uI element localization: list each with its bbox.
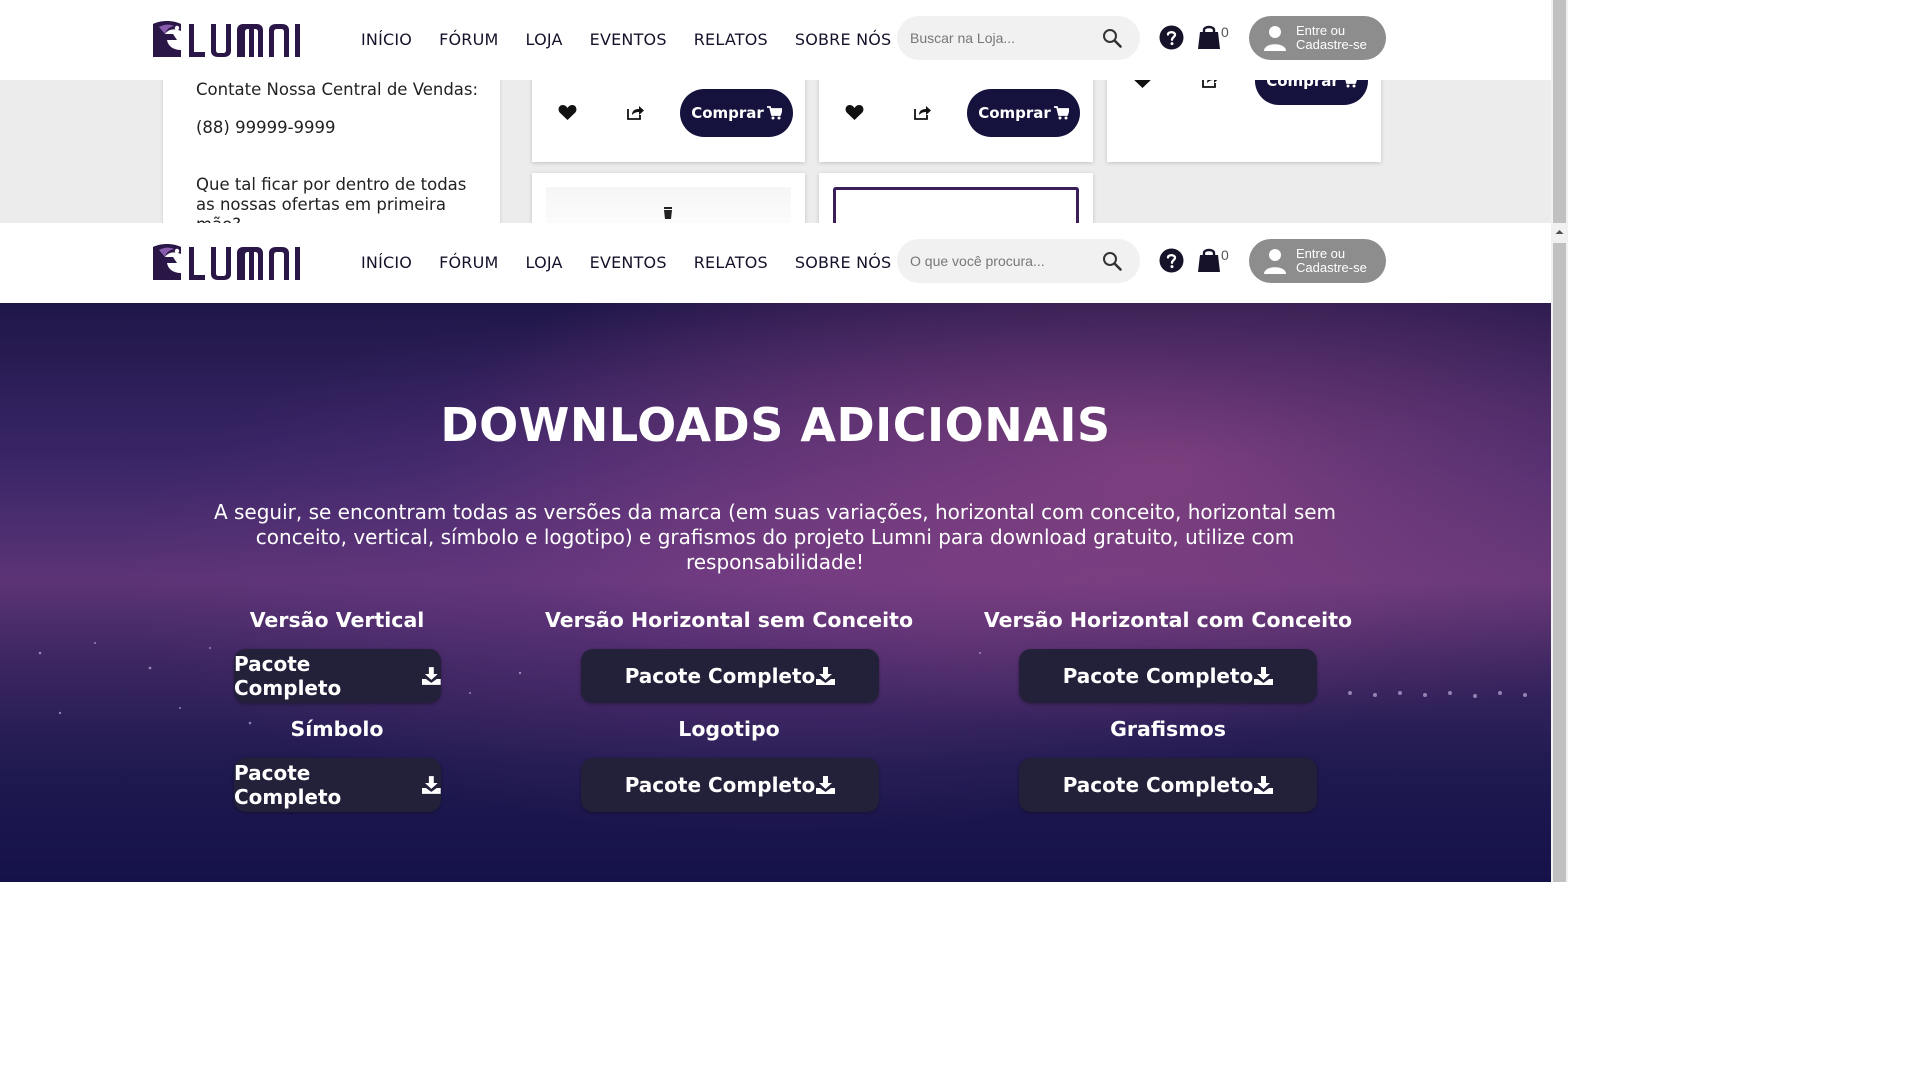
download-icon [422,776,441,794]
product-card: Comprar [1107,80,1381,162]
cart-icon[interactable] [1197,23,1221,50]
buy-button[interactable]: Comprar [967,89,1080,137]
nav-loja[interactable]: LOJA [526,250,563,276]
help-icon[interactable] [1159,25,1184,50]
login-button[interactable]: Entre ou Cadastre-se [1249,16,1386,60]
lumni-logo[interactable] [151,20,309,60]
login-label-line2: Cadastre-se [1296,260,1367,275]
buy-button[interactable]: Comprar [680,89,793,137]
download-button-logotipo[interactable]: Pacote Completo [581,758,879,812]
main-nav: INÍCIO FÓRUM LOJA EVENTOS RELATOS SOBRE … [361,27,918,53]
nav-relatos[interactable]: RELATOS [694,27,768,53]
product-card: Comprar [532,80,805,162]
site-search-box [897,239,1140,283]
product-image-frame [833,187,1079,223]
nav-eventos[interactable]: EVENTOS [590,250,667,276]
cart-small-icon [1053,106,1069,120]
share-icon[interactable] [913,104,931,120]
download-icon [422,667,441,685]
sales-phone: (88) 99999-9999 [196,118,336,137]
nav-eventos[interactable]: EVENTOS [590,27,667,53]
download-button-label: Pacote Completo [1062,664,1254,688]
heart-icon[interactable] [1133,80,1152,89]
download-icon [816,667,836,685]
download-button-horizontal-com-conceito[interactable]: Pacote Completo [1019,649,1317,703]
nav-inicio[interactable]: INÍCIO [361,250,412,276]
product-card [532,173,805,223]
site-search-input[interactable] [910,249,1100,273]
download-button-label: Pacote Completo [1062,773,1254,797]
cart-count: 0 [1221,247,1229,263]
help-icon[interactable] [1159,248,1184,273]
download-icon [1254,667,1274,685]
page-scrollbar[interactable] [1551,223,1568,882]
main-nav: INÍCIO FÓRUM LOJA EVENTOS RELATOS SOBRE … [361,250,918,276]
store-content: Contate Nossa Central de Vendas: (88) 99… [0,80,1551,223]
download-button-label: Pacote Completo [624,773,816,797]
download-button-label: Pacote Completo [234,761,342,809]
sales-contact-label: Contate Nossa Central de Vendas: [196,80,479,99]
user-icon [1264,26,1286,51]
login-label-line1: Entre ou [1296,246,1346,261]
heart-icon[interactable] [845,104,864,121]
buy-button-label: Comprar [691,104,764,122]
cart-small-icon [1345,80,1357,88]
download-title-simbolo: Símbolo [290,717,384,741]
download-button-simbolo[interactable]: Pacote Completo [234,758,441,812]
download-title-horizontal-sem-conceito: Versão Horizontal sem Conceito [544,608,914,632]
buy-button-label: Comprar [1266,80,1339,90]
nav-relatos[interactable]: RELATOS [694,250,768,276]
store-search-input[interactable] [910,26,1100,50]
nav-loja[interactable]: LOJA [526,27,563,53]
scroll-up-arrow-icon[interactable] [1551,225,1568,239]
nav-inicio[interactable]: INÍCIO [361,27,412,53]
share-icon[interactable] [1201,80,1219,88]
login-label: Entre ou Cadastre-se [1296,24,1386,52]
nav-forum[interactable]: FÓRUM [439,250,498,276]
cart-count: 0 [1221,24,1229,40]
buy-button[interactable]: Comprar [1255,80,1368,105]
cart-small-icon [766,106,782,120]
buy-button-label: Comprar [978,104,1051,122]
download-icon [816,776,836,794]
store-scrollbar-thumb[interactable] [1553,0,1566,223]
downloads-section: DOWNLOADS ADICIONAIS A seguir, se encont… [0,303,1551,882]
lumni-logo[interactable] [151,243,309,283]
download-icon [1254,776,1274,794]
downloads-header: INÍCIO FÓRUM LOJA EVENTOS RELATOS SOBRE … [0,223,1551,303]
user-icon [1264,249,1286,274]
login-button[interactable]: Entre ou Cadastre-se [1249,239,1386,283]
downloads-description: A seguir, se encontram todas as versões … [213,500,1337,574]
share-icon[interactable] [626,104,644,120]
store-search-box [897,16,1140,60]
login-label-line1: Entre ou [1296,23,1346,38]
download-title-grafismos: Grafismos [1110,717,1226,741]
login-label: Entre ou Cadastre-se [1296,247,1386,275]
scrollbar-thumb[interactable] [1553,243,1566,882]
download-button-grafismos[interactable]: Pacote Completo [1019,758,1317,812]
login-label-line2: Cadastre-se [1296,37,1367,52]
cart-icon[interactable] [1197,246,1221,273]
sales-contact-panel: Contate Nossa Central de Vendas: (88) 99… [163,80,500,223]
store-header: INÍCIO FÓRUM LOJA EVENTOS RELATOS SOBRE … [0,0,1551,80]
download-button-label: Pacote Completo [234,652,342,700]
download-button-label: Pacote Completo [624,664,816,688]
product-card: Comprar [819,80,1093,162]
download-title-vertical: Versão Vertical [249,608,425,632]
downloads-title: DOWNLOADS ADICIONAIS [440,398,1111,452]
download-button-vertical[interactable]: Pacote Completo [234,649,441,703]
search-icon[interactable] [1102,28,1122,48]
newsletter-promo: Que tal ficar por dentro de todas as nos… [196,175,467,223]
heart-icon[interactable] [558,104,577,121]
download-button-horizontal-sem-conceito[interactable]: Pacote Completo [581,649,879,703]
nav-forum[interactable]: FÓRUM [439,27,498,53]
nav-sobre-nos[interactable]: SOBRE NÓS [795,27,892,53]
download-title-horizontal-com-conceito: Versão Horizontal com Conceito [983,608,1353,632]
product-cup-icon [664,207,672,219]
product-card [819,173,1093,223]
search-icon[interactable] [1102,251,1122,271]
nav-sobre-nos[interactable]: SOBRE NÓS [795,250,892,276]
download-title-logotipo: Logotipo [678,717,780,741]
